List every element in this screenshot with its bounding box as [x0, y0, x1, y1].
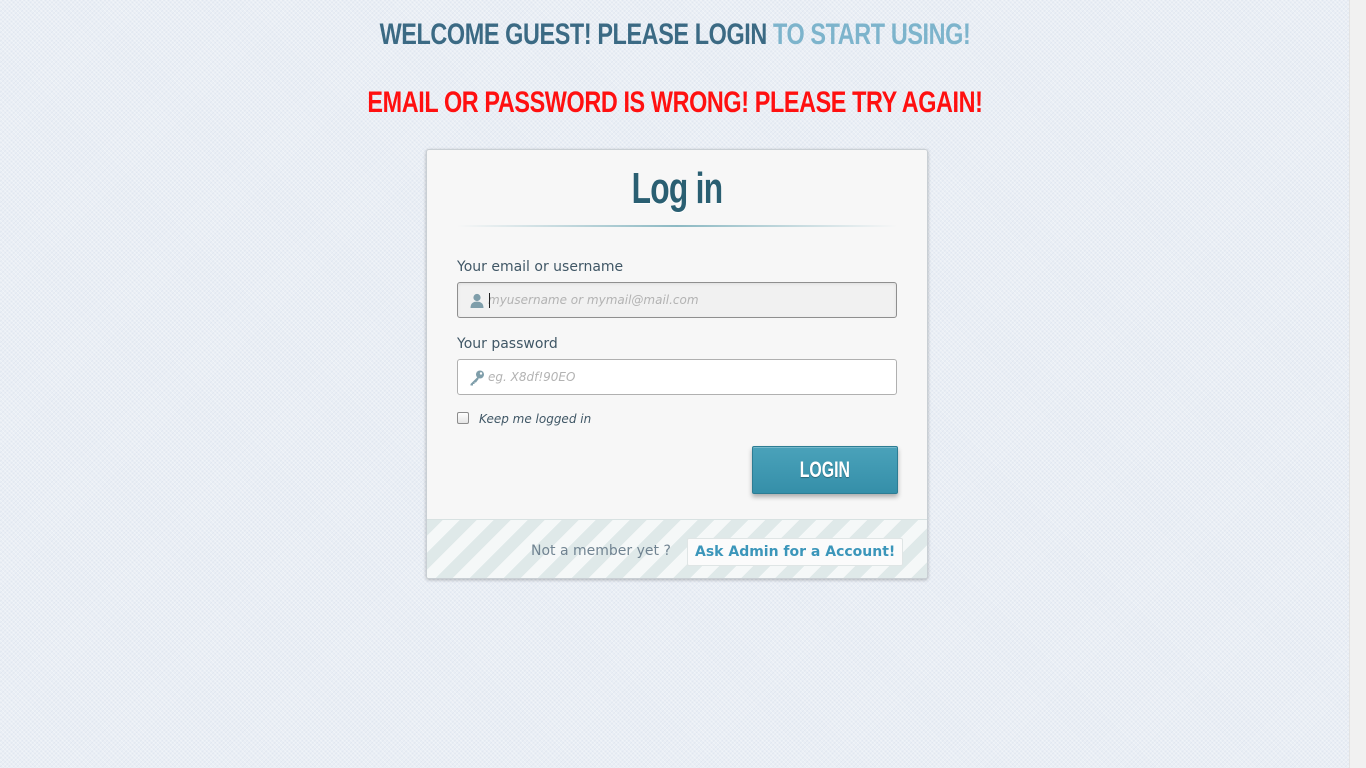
title-divider: [457, 225, 897, 227]
password-label: Your password: [457, 336, 558, 352]
login-form: Log in Your email or username Your passw…: [426, 149, 928, 579]
email-label: Your email or username: [457, 259, 624, 275]
email-input[interactable]: [488, 283, 888, 317]
password-field-wrapper: [457, 359, 897, 395]
key-icon: [468, 369, 486, 387]
welcome-heading: Welcome Guest! Please Login to Start Usi…: [149, 18, 1202, 52]
page-scrollbar[interactable]: [1349, 0, 1366, 768]
login-button-label: Login: [799, 457, 851, 482]
user-icon: [468, 292, 486, 310]
ask-admin-link[interactable]: Ask Admin for a Account!: [687, 538, 904, 566]
welcome-accent-text: to Start Using!: [772, 18, 971, 51]
remember-me-checkbox[interactable]: [457, 411, 469, 424]
login-button[interactable]: Login: [752, 446, 898, 494]
login-title: Log in: [631, 164, 723, 213]
email-field-wrapper: [457, 282, 897, 318]
welcome-main-text: Welcome Guest! Please Login: [379, 18, 768, 51]
signup-footer: Not a member yet ? Ask Admin for a Accou…: [427, 519, 927, 578]
password-input[interactable]: [488, 360, 888, 394]
login-error-message: Email or password is wrong! Please try a…: [367, 86, 983, 119]
remember-me: Keep me logged in: [457, 409, 591, 426]
text-cursor: [489, 293, 490, 308]
not-member-text: Not a member yet ?: [531, 543, 671, 559]
remember-me-label: Keep me logged in: [479, 412, 592, 426]
